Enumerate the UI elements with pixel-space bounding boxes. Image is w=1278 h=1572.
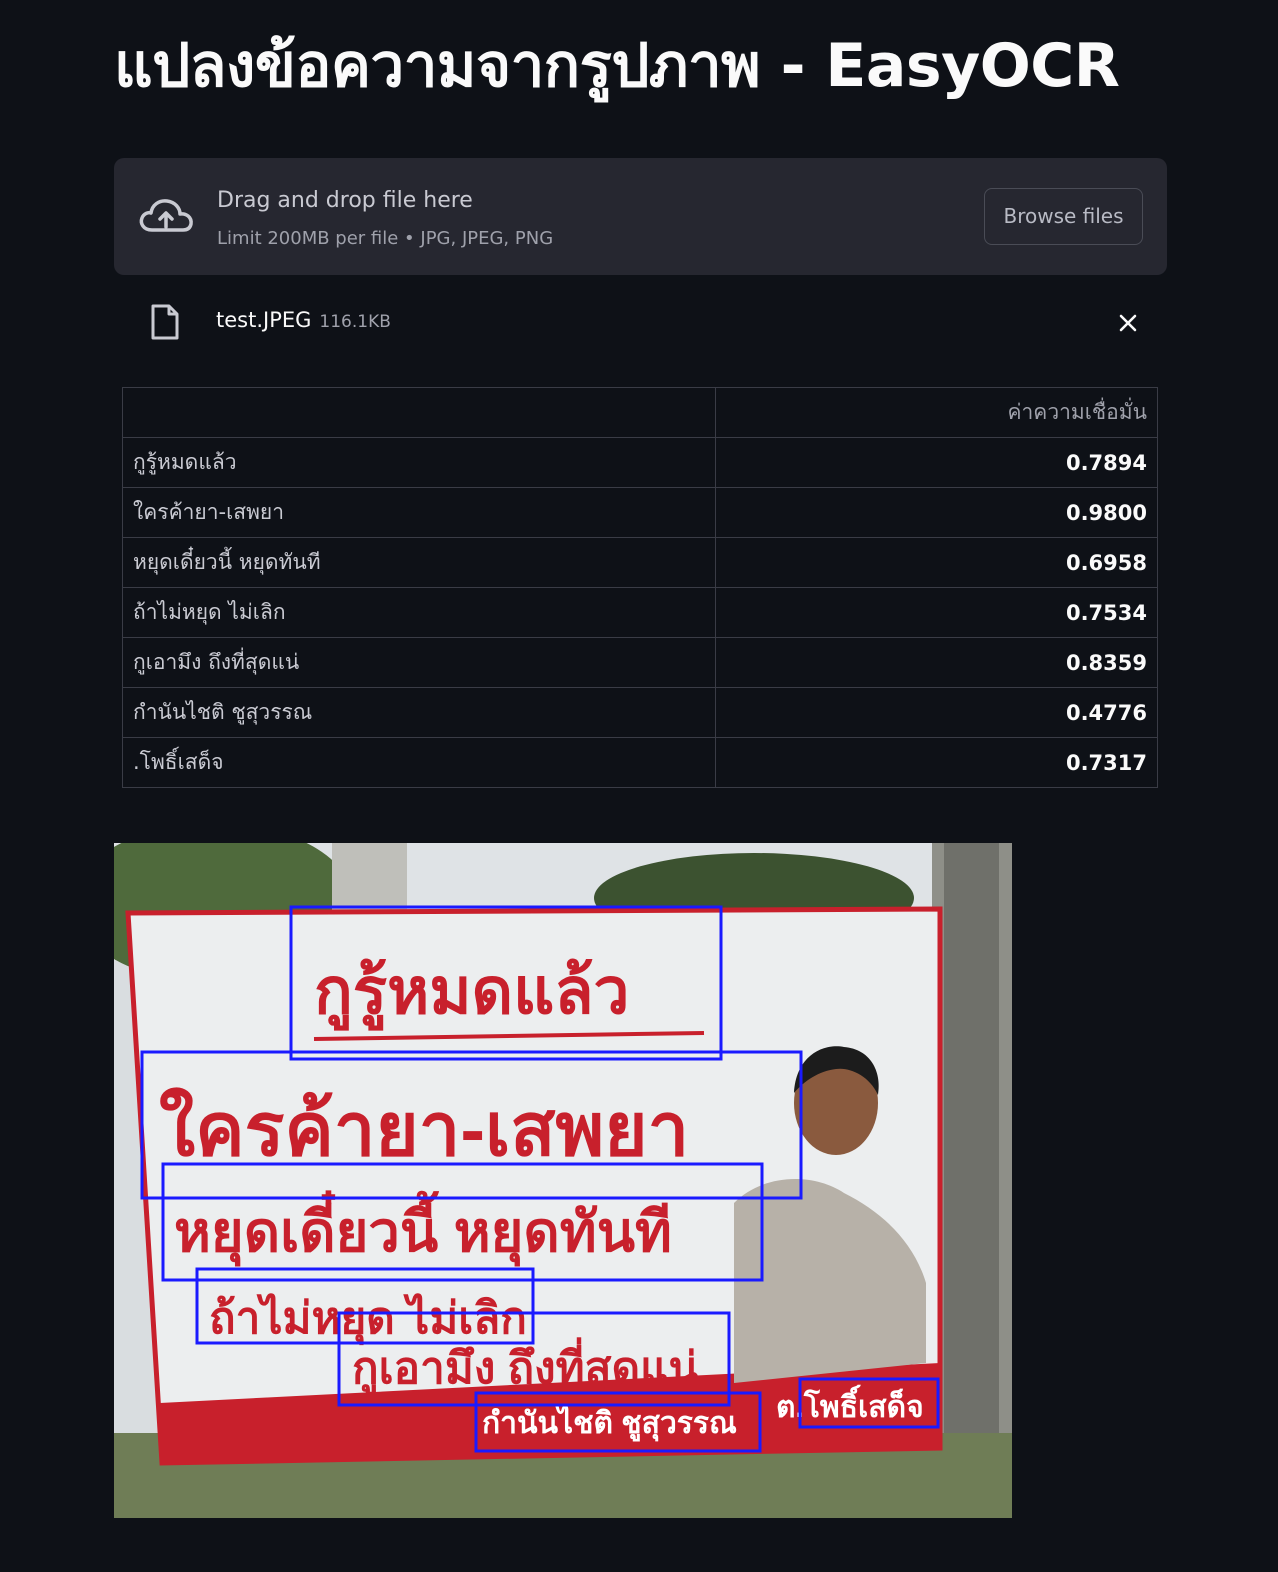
uploaded-file-name: test.JPEG 116.1KB — [216, 308, 391, 332]
table-row: หยุดเดี๋ยวนี้ หยุดทันที 0.6958 — [122, 537, 1158, 588]
annotated-ocr-image: กูรู้หมดแล้ว ใครค้ายา-เสพยา หยุดเดี๋ยวนี… — [114, 843, 1012, 1518]
file-size-text: 116.1KB — [319, 312, 391, 332]
row-confidence: 0.7534 — [715, 587, 1158, 638]
row-text: กูรู้หมดแล้ว — [122, 437, 716, 488]
column-header-index — [122, 387, 716, 438]
app-page: แปลงข้อความจากรูปภาพ - EasyOCR Drag and … — [0, 0, 1278, 1572]
row-confidence: 0.6958 — [715, 537, 1158, 588]
table-row: ถ้าไม่หยุด ไม่เลิก 0.7534 — [122, 587, 1158, 638]
row-text: กูเอามึง ถึงที่สุดแน่ — [122, 637, 716, 688]
row-text: กำนันไชติ ชูสุวรรณ — [122, 687, 716, 738]
file-icon — [151, 304, 179, 340]
row-confidence: 0.7894 — [715, 437, 1158, 488]
column-header-confidence: ค่าความเชื่อมั่น — [715, 387, 1158, 438]
banner-line-2: ใครค้ายา-เสพยา — [159, 1086, 689, 1171]
banner-line-5: กูเอามึง ถึงที่สุดแน่ — [352, 1337, 699, 1396]
row-text: .โพธิ์เสด็จ — [122, 737, 716, 788]
cloud-upload-icon — [139, 199, 193, 232]
uploaded-file-item: test.JPEG 116.1KB — [114, 295, 1167, 350]
close-icon[interactable] — [1114, 309, 1142, 337]
row-text: หยุดเดี๋ยวนี้ หยุดทันที — [122, 537, 716, 588]
banner-line-6: กำนันไชติ ชูสุวรรณ — [482, 1405, 737, 1442]
table-row: กูรู้หมดแล้ว 0.7894 — [122, 437, 1158, 488]
row-confidence: 0.7317 — [715, 737, 1158, 788]
ocr-results-table: ค่าความเชื่อมั่น กูรู้หมดแล้ว 0.7894 ใคร… — [122, 387, 1158, 788]
banner-line-1: กูรู้หมดแล้ว — [314, 955, 629, 1031]
ocr-image-canvas: กูรู้หมดแล้ว ใครค้ายา-เสพยา หยุดเดี๋ยวนี… — [114, 843, 1012, 1518]
banner-line-4: ถ้าไม่หยุด ไม่เลิก — [209, 1292, 527, 1346]
table-row: กูเอามึง ถึงที่สุดแน่ 0.8359 — [122, 637, 1158, 688]
table-row: ใครค้ายา-เสพยา 0.9800 — [122, 487, 1158, 538]
row-confidence: 0.9800 — [715, 487, 1158, 538]
drop-instructions: Drag and drop file here — [217, 188, 473, 213]
row-confidence: 0.4776 — [715, 687, 1158, 738]
row-text: ถ้าไม่หยุด ไม่เลิก — [122, 587, 716, 638]
table-row: กำนันไชติ ชูสุวรรณ 0.4776 — [122, 687, 1158, 738]
file-name-text: test.JPEG — [216, 308, 312, 332]
row-confidence: 0.8359 — [715, 637, 1158, 688]
banner-line-3: หยุดเดี๋ยวนี้ หยุดทันที — [174, 1190, 672, 1267]
table-row: .โพธิ์เสด็จ 0.7317 — [122, 737, 1158, 788]
file-uploader-dropzone[interactable]: Drag and drop file here Limit 200MB per … — [114, 158, 1167, 275]
browse-files-button[interactable]: Browse files — [984, 188, 1143, 245]
page-title: แปลงข้อความจากรูปภาพ - EasyOCR — [114, 31, 1120, 101]
pole-right-shade — [944, 843, 999, 1518]
table-header-row: ค่าความเชื่อมั่น — [122, 387, 1158, 438]
row-text: ใครค้ายา-เสพยา — [122, 487, 716, 538]
upload-limit-text: Limit 200MB per file • JPG, JPEG, PNG — [217, 228, 554, 249]
